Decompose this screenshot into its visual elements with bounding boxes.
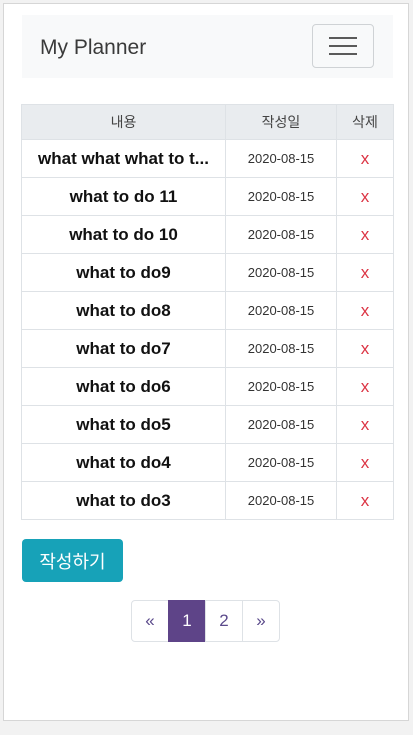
row-delete-button[interactable]: x (336, 329, 394, 368)
table-row: what what what to t... 2020-08-15 x (21, 139, 394, 178)
row-content[interactable]: what to do3 (21, 481, 226, 520)
table-row: what to do 11 2020-08-15 x (21, 177, 394, 216)
row-delete-button[interactable]: x (336, 291, 394, 330)
table-row: what to do4 2020-08-15 x (21, 443, 394, 482)
pagination-next[interactable]: » (242, 600, 280, 642)
row-content[interactable]: what to do 10 (21, 215, 226, 254)
row-content[interactable]: what to do5 (21, 405, 226, 444)
row-date: 2020-08-15 (225, 367, 337, 406)
brand-title[interactable]: My Planner (40, 36, 146, 60)
row-delete-button[interactable]: x (336, 215, 394, 254)
pagination-page-1[interactable]: 1 (168, 600, 206, 642)
row-delete-button[interactable]: x (336, 367, 394, 406)
row-content[interactable]: what to do8 (21, 291, 226, 330)
navbar-toggle-button[interactable] (312, 24, 374, 68)
header-delete: 삭제 (336, 104, 394, 140)
table-row: what to do7 2020-08-15 x (21, 329, 394, 368)
table-row: what to do9 2020-08-15 x (21, 253, 394, 292)
row-content[interactable]: what to do9 (21, 253, 226, 292)
row-delete-button[interactable]: x (336, 443, 394, 482)
row-date: 2020-08-15 (225, 215, 337, 254)
write-button[interactable]: 작성하기 (22, 539, 123, 582)
row-delete-button[interactable]: x (336, 405, 394, 444)
table-row: what to do8 2020-08-15 x (21, 291, 394, 330)
app-frame: My Planner 내용 작성일 삭제 what what what to t… (3, 3, 409, 721)
row-content[interactable]: what to do6 (21, 367, 226, 406)
row-content[interactable]: what to do7 (21, 329, 226, 368)
row-delete-button[interactable]: x (336, 481, 394, 520)
row-content[interactable]: what to do 11 (21, 177, 226, 216)
todo-table: 내용 작성일 삭제 what what what to t... 2020-08-… (21, 104, 394, 520)
table-header-row: 내용 작성일 삭제 (21, 104, 394, 140)
row-delete-button[interactable]: x (336, 177, 394, 216)
pagination: « 1 2 » (131, 600, 280, 642)
header-date: 작성일 (225, 104, 337, 140)
table-row: what to do5 2020-08-15 x (21, 405, 394, 444)
navbar: My Planner (22, 15, 393, 78)
table-row: what to do6 2020-08-15 x (21, 367, 394, 406)
row-date: 2020-08-15 (225, 177, 337, 216)
row-date: 2020-08-15 (225, 291, 337, 330)
row-date: 2020-08-15 (225, 253, 337, 292)
table-row: what to do3 2020-08-15 x (21, 481, 394, 520)
row-delete-button[interactable]: x (336, 139, 394, 178)
pagination-page-2[interactable]: 2 (205, 600, 243, 642)
row-date: 2020-08-15 (225, 443, 337, 482)
table-row: what to do 10 2020-08-15 x (21, 215, 394, 254)
row-date: 2020-08-15 (225, 139, 337, 178)
row-content[interactable]: what what what to t... (21, 139, 226, 178)
row-content[interactable]: what to do4 (21, 443, 226, 482)
pagination-prev[interactable]: « (131, 600, 169, 642)
header-content: 내용 (21, 104, 226, 140)
row-date: 2020-08-15 (225, 481, 337, 520)
row-date: 2020-08-15 (225, 405, 337, 444)
row-date: 2020-08-15 (225, 329, 337, 368)
row-delete-button[interactable]: x (336, 253, 394, 292)
